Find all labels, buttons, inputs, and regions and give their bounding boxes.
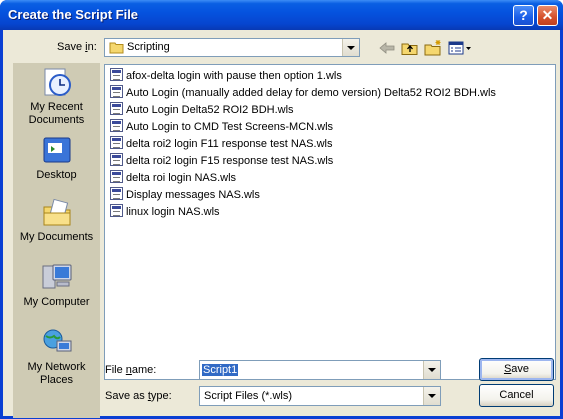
script-file-icon	[110, 204, 123, 217]
recent-documents-icon	[44, 68, 71, 96]
file-list[interactable]: afox-delta login with pause then option …	[104, 64, 556, 380]
file-item[interactable]: afox-delta login with pause then option …	[110, 68, 342, 84]
file-name-dropdown[interactable]	[423, 361, 440, 379]
cancel-button[interactable]: Cancel	[479, 384, 554, 407]
window-title: Create the Script File	[8, 7, 139, 22]
script-file-icon	[110, 170, 123, 183]
folder-icon	[109, 42, 124, 54]
title-bar[interactable]: Create the Script File ? ✕	[0, 0, 563, 30]
file-item[interactable]: delta roi login NAS.wls	[110, 170, 236, 186]
script-file-icon	[110, 187, 123, 200]
script-file-icon	[110, 102, 123, 115]
script-file-icon	[110, 68, 123, 81]
dialog-body: Save in: Scripting My Recent Documents D…	[3, 30, 560, 418]
place-desktop[interactable]: Desktop	[13, 135, 100, 182]
place-network-places[interactable]: My Network Places	[13, 327, 100, 387]
file-item[interactable]: delta roi2 login F15 response test NAS.w…	[110, 153, 333, 169]
script-file-icon	[110, 136, 123, 149]
chevron-down-icon[interactable]	[423, 361, 440, 379]
script-file-icon	[110, 85, 123, 98]
close-button[interactable]: ✕	[537, 5, 558, 26]
chevron-down-icon[interactable]	[342, 39, 359, 56]
help-button[interactable]: ?	[513, 5, 534, 26]
up-folder-icon[interactable]	[400, 39, 420, 57]
my-documents-icon	[43, 198, 70, 226]
script-file-icon	[110, 153, 123, 166]
save-button[interactable]: Save	[479, 358, 554, 381]
desktop-icon	[43, 137, 70, 163]
save-in-value: Scripting	[127, 41, 170, 53]
save-in-combo[interactable]: Scripting	[104, 38, 360, 57]
place-my-documents[interactable]: My Documents	[13, 197, 100, 244]
place-my-computer[interactable]: My Computer	[13, 262, 100, 309]
file-name-combo[interactable]: Script1	[199, 360, 441, 380]
file-item[interactable]: linux login NAS.wls	[110, 204, 220, 220]
file-item[interactable]: delta roi2 login F11 response test NAS.w…	[110, 136, 332, 152]
chevron-down-icon[interactable]	[423, 387, 440, 405]
save-as-type-value: Script Files (*.wls)	[204, 390, 293, 402]
network-places-icon	[43, 329, 71, 352]
save-as-type-combo[interactable]: Script Files (*.wls)	[199, 386, 441, 406]
file-item[interactable]: Auto Login (manually added delay for dem…	[110, 85, 496, 101]
file-name-label: File name:	[105, 364, 157, 376]
new-folder-icon[interactable]	[423, 39, 443, 57]
save-in-label: Save in:	[57, 41, 97, 53]
back-arrow-icon[interactable]	[377, 39, 397, 57]
places-bar: My Recent Documents Desktop My Documents	[13, 63, 100, 418]
script-file-icon	[110, 119, 123, 132]
my-computer-icon	[42, 264, 71, 289]
file-name-input[interactable]: Script1	[202, 364, 239, 376]
file-item[interactable]: Auto Login Delta52 ROI2 BDH.wls	[110, 102, 294, 118]
save-as-type-label: Save as type:	[105, 390, 172, 402]
place-recent-documents[interactable]: My Recent Documents	[13, 67, 100, 127]
save-dialog-window: Create the Script File ? ✕ Save in: Scri…	[0, 0, 563, 419]
file-item[interactable]: Auto Login to CMD Test Screens-MCN.wls	[110, 119, 333, 135]
views-menu-icon[interactable]	[447, 39, 473, 57]
file-item[interactable]: Display messages NAS.wls	[110, 187, 260, 203]
